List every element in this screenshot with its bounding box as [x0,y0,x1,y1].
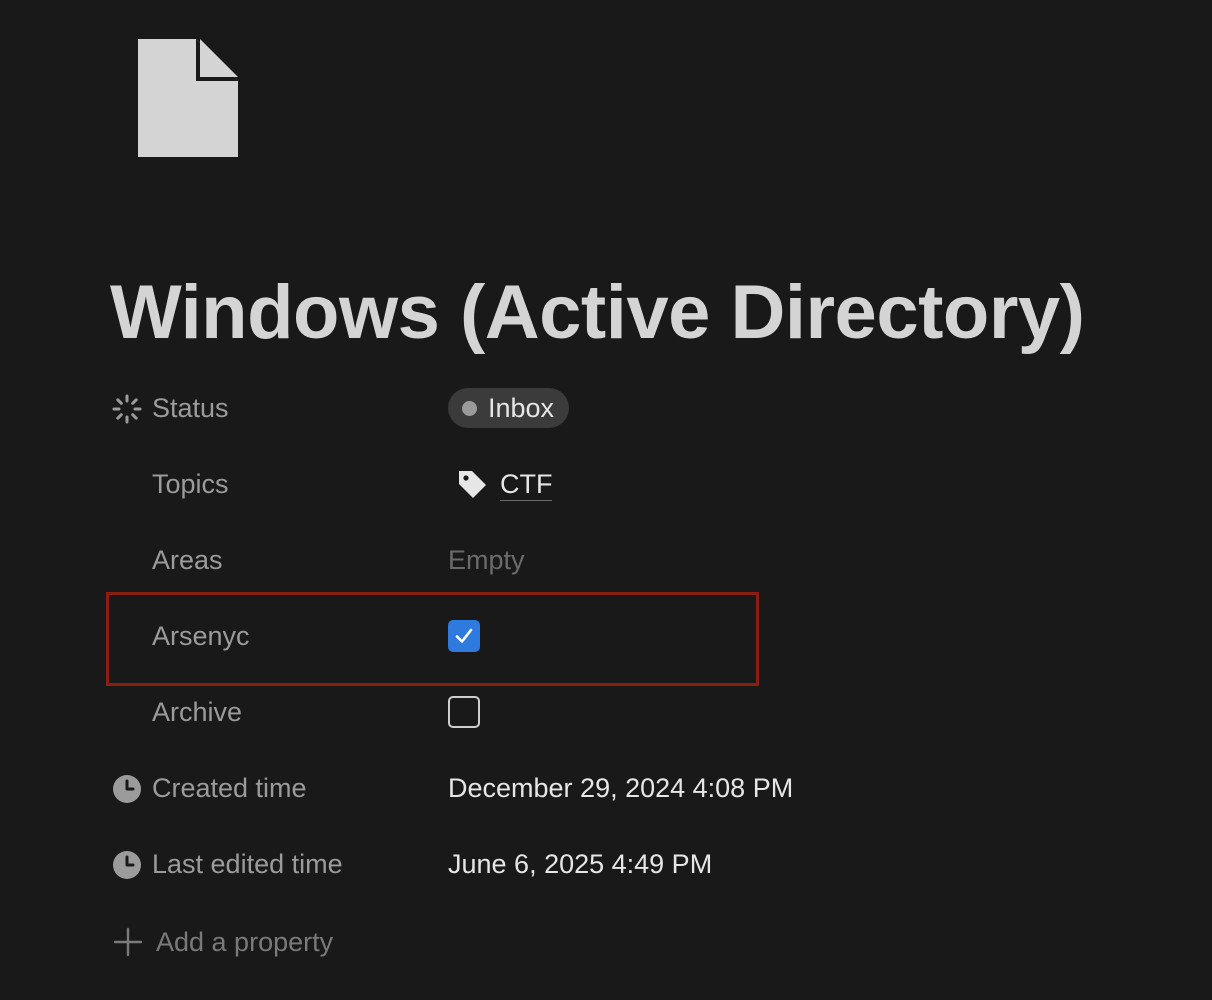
add-property-label: Add a property [156,926,334,957]
property-label: Status [152,392,229,423]
highlight-annotation-box [106,592,759,686]
page-title[interactable]: Windows (Active Directory) [110,268,1085,358]
property-row-archive: Archive [110,684,1110,740]
property-value-topics[interactable]: CTF [448,456,553,512]
property-row-status: Status Inbox [110,380,1110,436]
status-spinner-icon [112,394,142,424]
topic-link[interactable]: CTF [448,468,553,501]
add-property-button[interactable]: Add a property [110,914,333,970]
topic-label: CTF [500,468,553,501]
property-label: Created time [152,772,307,803]
clock-icon [113,851,141,879]
property-value-created-time: December 29, 2024 4:08 PM [448,760,793,816]
property-row-last-edited-time: Last edited time June 6, 2025 4:49 PM [110,836,1110,892]
property-row-topics: Topics CTF [110,456,1110,512]
tag-icon [459,471,486,498]
last-edited-time-value: June 6, 2025 4:49 PM [448,848,713,879]
archive-checkbox[interactable] [448,696,480,728]
status-dot-icon [462,400,477,416]
property-label: Archive [152,696,243,727]
empty-placeholder: Empty [448,544,525,575]
property-label: Topics [152,468,229,499]
property-row-created-time: Created time December 29, 2024 4:08 PM [110,760,1110,816]
property-label: Areas [152,544,223,575]
notion-page: Windows (Active Directory) Status Inbox … [0,0,1212,1000]
status-badge[interactable]: Inbox [448,388,570,428]
status-label: Inbox [488,392,555,423]
property-label: Last edited time [152,848,343,879]
clock-icon [113,775,141,803]
document-icon[interactable] [138,39,238,157]
created-time-value: December 29, 2024 4:08 PM [448,772,794,803]
property-value-last-edited-time: June 6, 2025 4:49 PM [448,836,712,892]
property-value-archive [448,684,480,740]
property-value-status[interactable]: Inbox [448,380,570,436]
property-row-areas: Areas Empty [110,532,1110,588]
property-value-areas[interactable]: Empty [448,532,525,588]
plus-icon [113,927,143,957]
